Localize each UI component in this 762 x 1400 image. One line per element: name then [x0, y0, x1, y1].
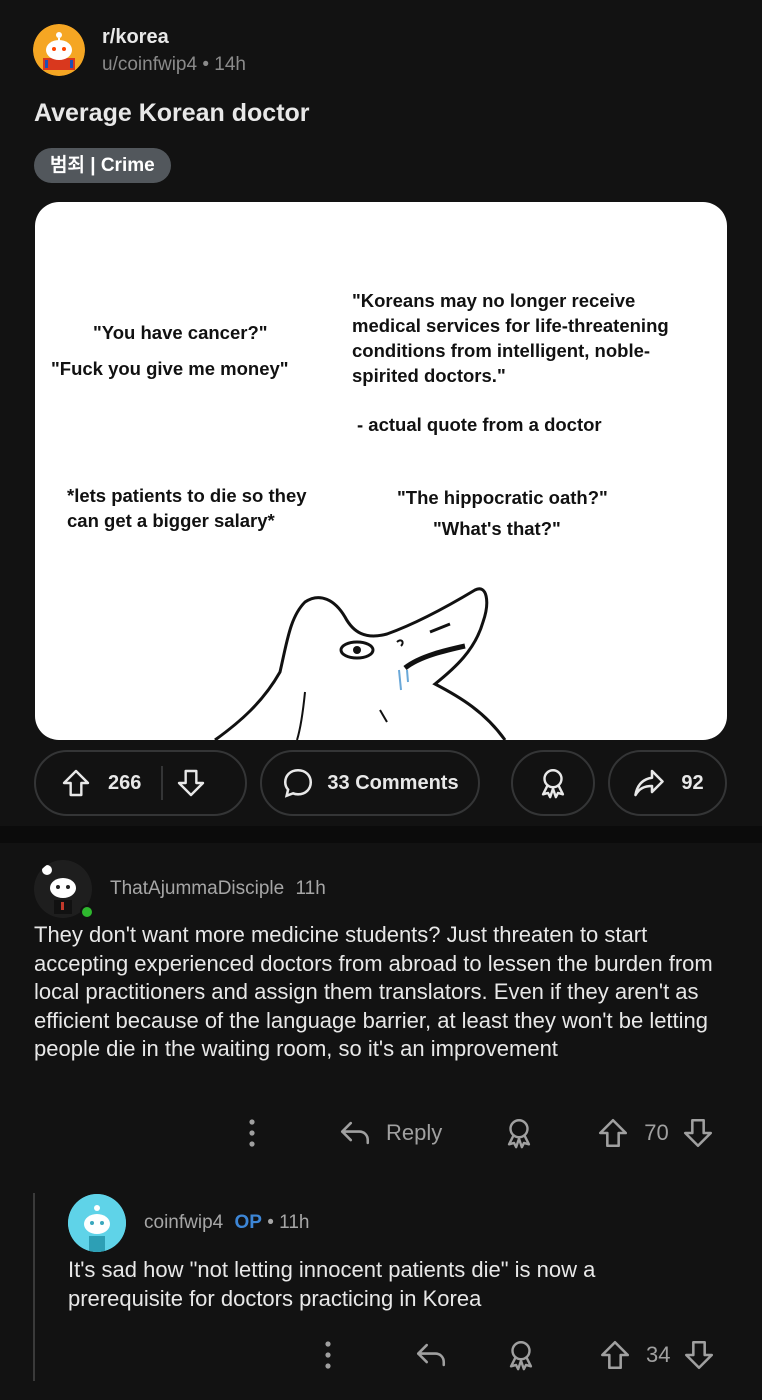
upvote-icon[interactable]: [596, 1116, 630, 1150]
comment-2-avatar[interactable]: [68, 1194, 126, 1252]
post-flair[interactable]: 범죄 | Crime: [34, 148, 171, 183]
comment-2-body: It's sad how "not letting innocent patie…: [68, 1257, 596, 1311]
comment-1-score: 70: [644, 1120, 669, 1145]
meta-separator: •: [267, 1212, 280, 1233]
vote-divider: [161, 766, 164, 800]
comment-1-username[interactable]: ThatAjummaDisciple: [110, 878, 284, 899]
vote-bar: 266: [34, 750, 247, 816]
post-author[interactable]: u/coinfwip4: [102, 54, 197, 75]
award-icon: [536, 766, 570, 800]
post-title[interactable]: Average Korean doctor: [34, 99, 310, 128]
vote-count: 266: [108, 771, 142, 794]
comment-2-username[interactable]: coinfwip4: [144, 1212, 223, 1233]
post-image[interactable]: "You have cancer?" "Fuck you give me mon…: [35, 202, 727, 740]
comment-2-header: coinfwip4 OP • 11h: [144, 1212, 309, 1234]
downvote-icon[interactable]: [175, 767, 207, 799]
award-icon[interactable]: [504, 1338, 538, 1372]
share-count: 92: [681, 771, 704, 794]
award-button[interactable]: [511, 750, 595, 816]
comments-button[interactable]: 33 Comments: [260, 750, 480, 816]
downvote-icon[interactable]: [681, 1116, 715, 1150]
image-quote-4-line1: *lets patients to die so they: [67, 485, 307, 506]
image-quote-2-line4: spirited doctors.": [352, 365, 506, 386]
image-quote-4-line2: can get a bigger salary*: [67, 510, 275, 531]
comment-1-time: 11h: [295, 878, 326, 899]
thread-line[interactable]: [33, 1193, 35, 1381]
comments-label: 33 Comments: [327, 771, 459, 794]
upvote-icon[interactable]: [598, 1338, 632, 1372]
meta-separator: •: [202, 54, 215, 75]
reply-arrow-icon[interactable]: [338, 1116, 372, 1150]
award-icon[interactable]: [502, 1116, 536, 1150]
comment-bubble-icon: [281, 766, 315, 800]
downvote-icon[interactable]: [682, 1338, 716, 1372]
share-button[interactable]: 92: [608, 750, 727, 816]
image-quote-2: "Koreans may no longer receive medical s…: [352, 288, 669, 388]
image-quote-5b: "What's that?": [433, 518, 561, 539]
comment-2-time: 11h: [279, 1212, 310, 1233]
share-arrow-icon: [631, 765, 667, 801]
post-meta: u/coinfwip4 • 14h: [102, 54, 246, 76]
more-options-icon[interactable]: [316, 1337, 340, 1373]
reply-button[interactable]: Reply: [386, 1120, 442, 1146]
image-quote-2-line2: medical services for life-threatening: [352, 315, 669, 336]
image-quote-5a: "The hippocratic oath?": [397, 487, 608, 508]
subreddit-name[interactable]: r/korea: [102, 26, 169, 49]
image-quote-3: - actual quote from a doctor: [357, 414, 602, 435]
comment-2-score: 34: [646, 1342, 671, 1367]
upvote-icon[interactable]: [60, 767, 92, 799]
comments-section: ThatAjummaDisciple 11h They don't want m…: [0, 843, 762, 1400]
image-quote-1b: "Fuck you give me money": [51, 358, 289, 379]
post-card: r/korea u/coinfwip4 • 14h Average Korean…: [0, 0, 762, 826]
online-status-dot: [80, 905, 94, 919]
image-quote-1a: "You have cancer?": [93, 322, 268, 343]
subreddit-avatar[interactable]: [33, 24, 85, 76]
image-quote-2-line1: "Koreans may no longer receive: [352, 290, 636, 311]
comment-1-actions: Reply 70: [240, 1115, 715, 1151]
wojak-drawing: [214, 587, 507, 740]
op-badge: OP: [234, 1212, 262, 1233]
post-time: 14h: [214, 54, 246, 75]
comment-2-actions: 34: [316, 1337, 716, 1373]
image-quote-2-line3: conditions from intelligent, noble-: [352, 340, 651, 361]
comment-1-body: They don't want more medicine students? …: [34, 922, 713, 1061]
reply-arrow-icon[interactable]: [414, 1338, 448, 1372]
comment-1-header: ThatAjummaDisciple 11h: [110, 878, 326, 900]
image-quote-4: *lets patients to die so they can get a …: [67, 483, 307, 533]
more-options-icon[interactable]: [240, 1115, 264, 1151]
